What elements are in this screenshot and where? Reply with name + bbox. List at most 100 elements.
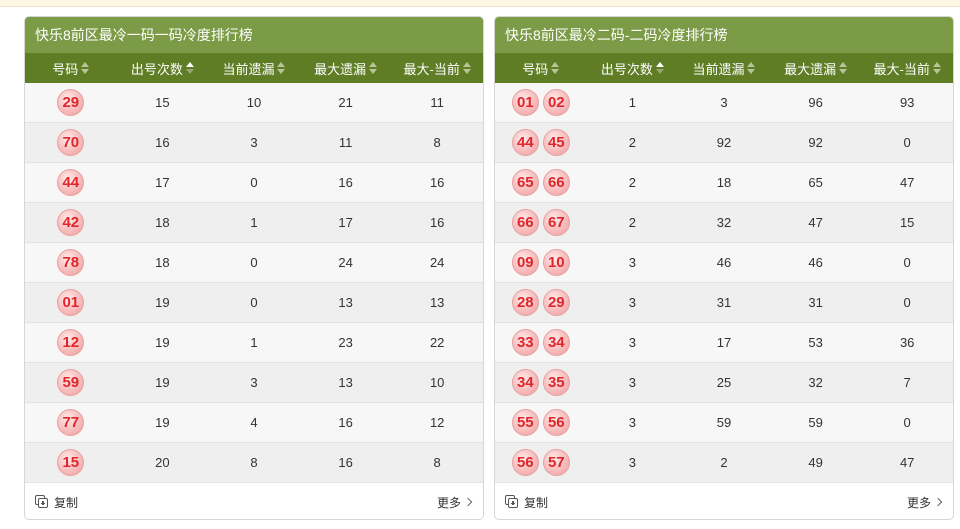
max-miss-cell: 49 — [808, 455, 823, 470]
number-ball: 66 — [511, 209, 539, 236]
number-ball: 01 — [57, 289, 85, 316]
draw-count-cell: 20 — [155, 455, 170, 470]
sort-icon — [277, 62, 286, 74]
draw-count-cell: 15 — [155, 95, 170, 110]
current-miss-cell: 0 — [250, 255, 258, 270]
number-ball: 29 — [57, 89, 85, 116]
number-cell: 15 — [25, 443, 117, 482]
number-ball: 01 — [511, 89, 539, 116]
current-miss-cell: 10 — [246, 95, 262, 110]
max-miss-cell: 21 — [338, 95, 353, 110]
draw-count-cell: 18 — [155, 215, 170, 230]
table-row: 55 56 3 59 59 0 — [495, 403, 953, 443]
max-miss-cell: 59 — [808, 415, 823, 430]
draw-count-cell: 3 — [628, 415, 636, 430]
column-header-label: 号码 — [522, 61, 549, 77]
number-cell: 33 34 — [495, 323, 587, 362]
number-ball: 15 — [57, 449, 85, 476]
panel-footer: 复制 更多 — [495, 483, 953, 519]
panel-title: 快乐8前区最冷一码一码冷度排行榜 — [25, 17, 483, 53]
number-cell: 78 — [25, 243, 117, 282]
number-ball: 59 — [57, 369, 85, 396]
table-row: 01 19 0 13 13 — [25, 283, 483, 323]
max-miss-cell: 23 — [338, 335, 353, 350]
max-minus-current-cell: 36 — [899, 335, 915, 350]
draw-count-cell: 19 — [155, 295, 170, 310]
column-header-label: 最大遗漏 — [314, 61, 367, 77]
number-ball: 34 — [542, 329, 570, 356]
number-cell: 77 — [25, 403, 117, 442]
current-miss-cell: 0 — [250, 175, 258, 190]
number-cell: 42 — [25, 203, 117, 242]
more-link[interactable]: 更多 — [907, 494, 943, 511]
table-row: 70 16 3 11 8 — [25, 123, 483, 163]
max-minus-current-cell: 8 — [433, 455, 441, 470]
number-ball: 55 — [511, 409, 539, 436]
column-header-current-miss[interactable]: 当前遗漏 — [678, 53, 770, 83]
panel-footer: 复制 更多 — [25, 483, 483, 519]
max-minus-current-cell: 47 — [899, 455, 915, 470]
draw-count-cell: 3 — [628, 295, 636, 310]
current-miss-cell: 3 — [720, 95, 728, 110]
copy-button[interactable]: 复制 — [505, 494, 548, 511]
max-miss-cell: 17 — [338, 215, 353, 230]
column-header-number[interactable]: 号码 — [25, 53, 117, 83]
number-cell: 01 — [25, 283, 117, 322]
max-miss-cell: 32 — [808, 375, 823, 390]
column-header-label: 出号次数 — [600, 61, 653, 77]
table-body: 29 15 10 21 11 70 16 3 11 8 44 17 0 16 16 42 18 1 17 16 78 18… — [25, 83, 483, 483]
more-label: 更多 — [436, 495, 461, 510]
number-ball: 65 — [511, 169, 539, 196]
current-miss-cell: 32 — [716, 215, 732, 230]
panel-title: 快乐8前区最冷二码-二码冷度排行榜 — [495, 17, 953, 53]
table-row: 56 57 3 2 49 47 — [495, 443, 953, 483]
column-header-label: 当前遗漏 — [692, 61, 745, 77]
number-cell: 34 35 — [495, 363, 587, 402]
table-header: 号码 出号次数 当前遗漏 最大遗漏 最大-当前 — [495, 53, 953, 83]
max-miss-cell: 13 — [338, 375, 353, 390]
number-ball: 09 — [511, 249, 539, 276]
current-miss-cell: 18 — [716, 175, 732, 190]
copy-icon — [505, 495, 519, 509]
column-header-draw-count[interactable]: 出号次数 — [587, 53, 679, 83]
draw-count-cell: 3 — [628, 255, 636, 270]
current-miss-cell: 25 — [716, 375, 732, 390]
column-header-max-minus-current[interactable]: 最大-当前 — [861, 53, 953, 83]
draw-count-cell: 1 — [628, 95, 636, 110]
max-minus-current-cell: 0 — [903, 135, 911, 150]
max-minus-current-cell: 7 — [903, 375, 911, 390]
column-header-max-miss[interactable]: 最大遗漏 — [300, 53, 392, 83]
more-link[interactable]: 更多 — [436, 494, 473, 511]
current-miss-cell: 4 — [250, 415, 258, 430]
max-miss-cell: 47 — [808, 215, 823, 230]
number-cell: 29 — [25, 83, 117, 122]
copy-button[interactable]: 复制 — [35, 494, 78, 511]
max-miss-cell: 16 — [338, 415, 353, 430]
number-cell: 28 29 — [495, 283, 587, 322]
two-code-cold-ranking-panel: 快乐8前区最冷二码-二码冷度排行榜 号码 出号次数 当前遗漏 最大遗漏 最大-当前 01 02… — [494, 16, 954, 520]
draw-count-cell: 19 — [155, 375, 170, 390]
table-row: 34 35 3 25 32 7 — [495, 363, 953, 403]
table-row: 77 19 4 16 12 — [25, 403, 483, 443]
number-ball: 02 — [542, 89, 570, 116]
column-header-max-miss[interactable]: 最大遗漏 — [770, 53, 862, 83]
current-miss-cell: 3 — [250, 135, 258, 150]
chevron-right-icon — [933, 497, 943, 507]
max-minus-current-cell: 93 — [899, 95, 915, 110]
column-header-max-minus-current[interactable]: 最大-当前 — [391, 53, 483, 83]
column-header-number[interactable]: 号码 — [495, 53, 587, 83]
number-cell: 70 — [25, 123, 117, 162]
table-body: 01 02 1 3 96 93 44 45 2 92 92 0 65 66 2 18 65 47 66 67 2 32 47… — [495, 83, 953, 483]
number-ball: 67 — [542, 209, 570, 236]
number-ball: 33 — [511, 329, 539, 356]
number-ball: 78 — [57, 249, 85, 276]
copy-icon — [35, 495, 49, 509]
column-header-draw-count[interactable]: 出号次数 — [117, 53, 209, 83]
column-header-current-miss[interactable]: 当前遗漏 — [208, 53, 300, 83]
number-ball: 45 — [542, 129, 570, 156]
table-row: 01 02 1 3 96 93 — [495, 83, 953, 123]
number-cell: 65 66 — [495, 163, 587, 202]
current-miss-cell: 2 — [720, 455, 728, 470]
table-row: 29 15 10 21 11 — [25, 83, 483, 123]
current-miss-cell: 1 — [250, 335, 258, 350]
